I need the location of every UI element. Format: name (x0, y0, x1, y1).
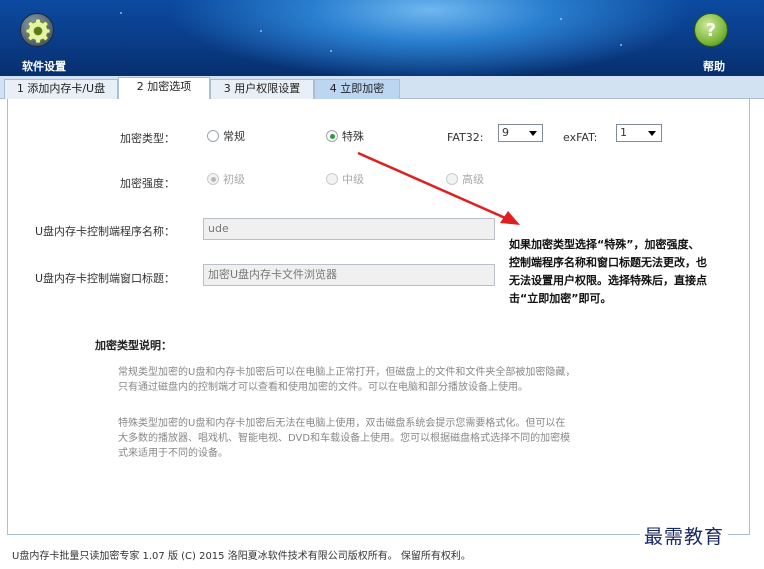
fat32-select[interactable]: 9 (498, 124, 543, 142)
fat32-label: FAT32: (447, 131, 484, 144)
chevron-down-icon (648, 131, 656, 136)
radio-label: 特殊 (342, 130, 364, 143)
radio-strength-low[interactable]: 初级 (207, 171, 245, 187)
settings-label[interactable]: 软件设置 (22, 58, 66, 74)
app-header: 软件设置 ? 帮助 (0, 0, 764, 76)
chevron-down-icon (529, 131, 537, 136)
para-line: 特殊类型加密的U盘和内存卡加密后无法在电脑上使用，双击磁盘系统会提示您需要格式化… (118, 418, 566, 429)
radio-circle (207, 130, 219, 142)
tab-add-card[interactable]: 1 添加内存卡/U盘 (4, 79, 118, 99)
radio-label: 常规 (223, 130, 245, 143)
radio-circle (326, 173, 338, 185)
window-title-label: U盘内存卡控制端窗口标题： (35, 272, 176, 285)
gear-icon (25, 18, 51, 44)
annotation-line: 如果加密类型选择“特殊”，加密强度、 (509, 238, 700, 251)
program-name-label: U盘内存卡控制端程序名称： (35, 225, 176, 238)
annotation-line: 控制端程序名称和窗口标题无法更改，也 (509, 256, 707, 269)
annotation-note: 如果加密类型选择“特殊”，加密强度、 控制端程序名称和窗口标题无法更改，也 无法… (509, 236, 707, 308)
settings-gear-icon[interactable] (20, 13, 54, 47)
description-para-normal: 常规类型加密的U盘和内存卡加密后可以在电脑上正常打开，但磁盘上的文件和文件夹全部… (118, 365, 575, 395)
exfat-label: exFAT: (563, 131, 598, 144)
para-line: 常规类型加密的U盘和内存卡加密后可以在电脑上正常打开，但磁盘上的文件和文件夹全部… (118, 367, 576, 378)
fat32-value: 9 (502, 126, 509, 139)
decor-star (330, 50, 332, 52)
radio-type-normal[interactable]: 常规 (207, 128, 245, 144)
para-line: 只有通过磁盘内的控制端才可以查看和使用加密的文件。可以在电脑和部分播放设备上使用… (118, 382, 528, 393)
encrypt-type-label: 加密类型： (120, 132, 175, 145)
decor-star (120, 12, 122, 14)
window-title-field[interactable]: 加密U盘内存卡文件浏览器 (203, 264, 495, 286)
annotation-line: 击“立即加密”即可。 (509, 292, 612, 305)
tab-bar: 1 添加内存卡/U盘 2 加密选项 3 用户权限设置 4 立即加密 (0, 76, 764, 100)
help-glyph: ? (705, 19, 717, 41)
para-line: 式来适用于不同的设备。 (118, 448, 228, 459)
tab-user-permissions[interactable]: 3 用户权限设置 (210, 79, 314, 99)
radio-circle (326, 130, 338, 142)
strength-label: 加密强度： (120, 177, 175, 190)
annotation-arrow (357, 151, 520, 225)
description-para-special: 特殊类型加密的U盘和内存卡加密后无法在电脑上使用，双击磁盘系统会提示您需要格式化… (118, 416, 570, 461)
decor-star (620, 44, 622, 46)
radio-label: 初级 (223, 173, 245, 186)
radio-type-special[interactable]: 特殊 (326, 128, 364, 144)
annotation-line: 无法设置用户权限。选择特殊后，直接点 (509, 274, 707, 287)
radio-circle (207, 173, 219, 185)
para-line: 大多数的播放器、唱戏机、智能电视、DVD和车载设备上使用。您可以根据磁盘格式选择… (118, 433, 571, 444)
decor-star (560, 18, 562, 20)
help-icon[interactable]: ? (694, 13, 728, 47)
tab-encrypt-now[interactable]: 4 立即加密 (314, 79, 400, 99)
help-label[interactable]: 帮助 (703, 58, 725, 74)
decor-star (260, 30, 262, 32)
exfat-value: 1 (620, 126, 627, 139)
description-title: 加密类型说明： (95, 339, 172, 352)
tab-encrypt-options[interactable]: 2 加密选项 (118, 77, 210, 100)
exfat-select[interactable]: 1 (616, 124, 662, 142)
watermark-text: 最需教育 (640, 520, 729, 551)
